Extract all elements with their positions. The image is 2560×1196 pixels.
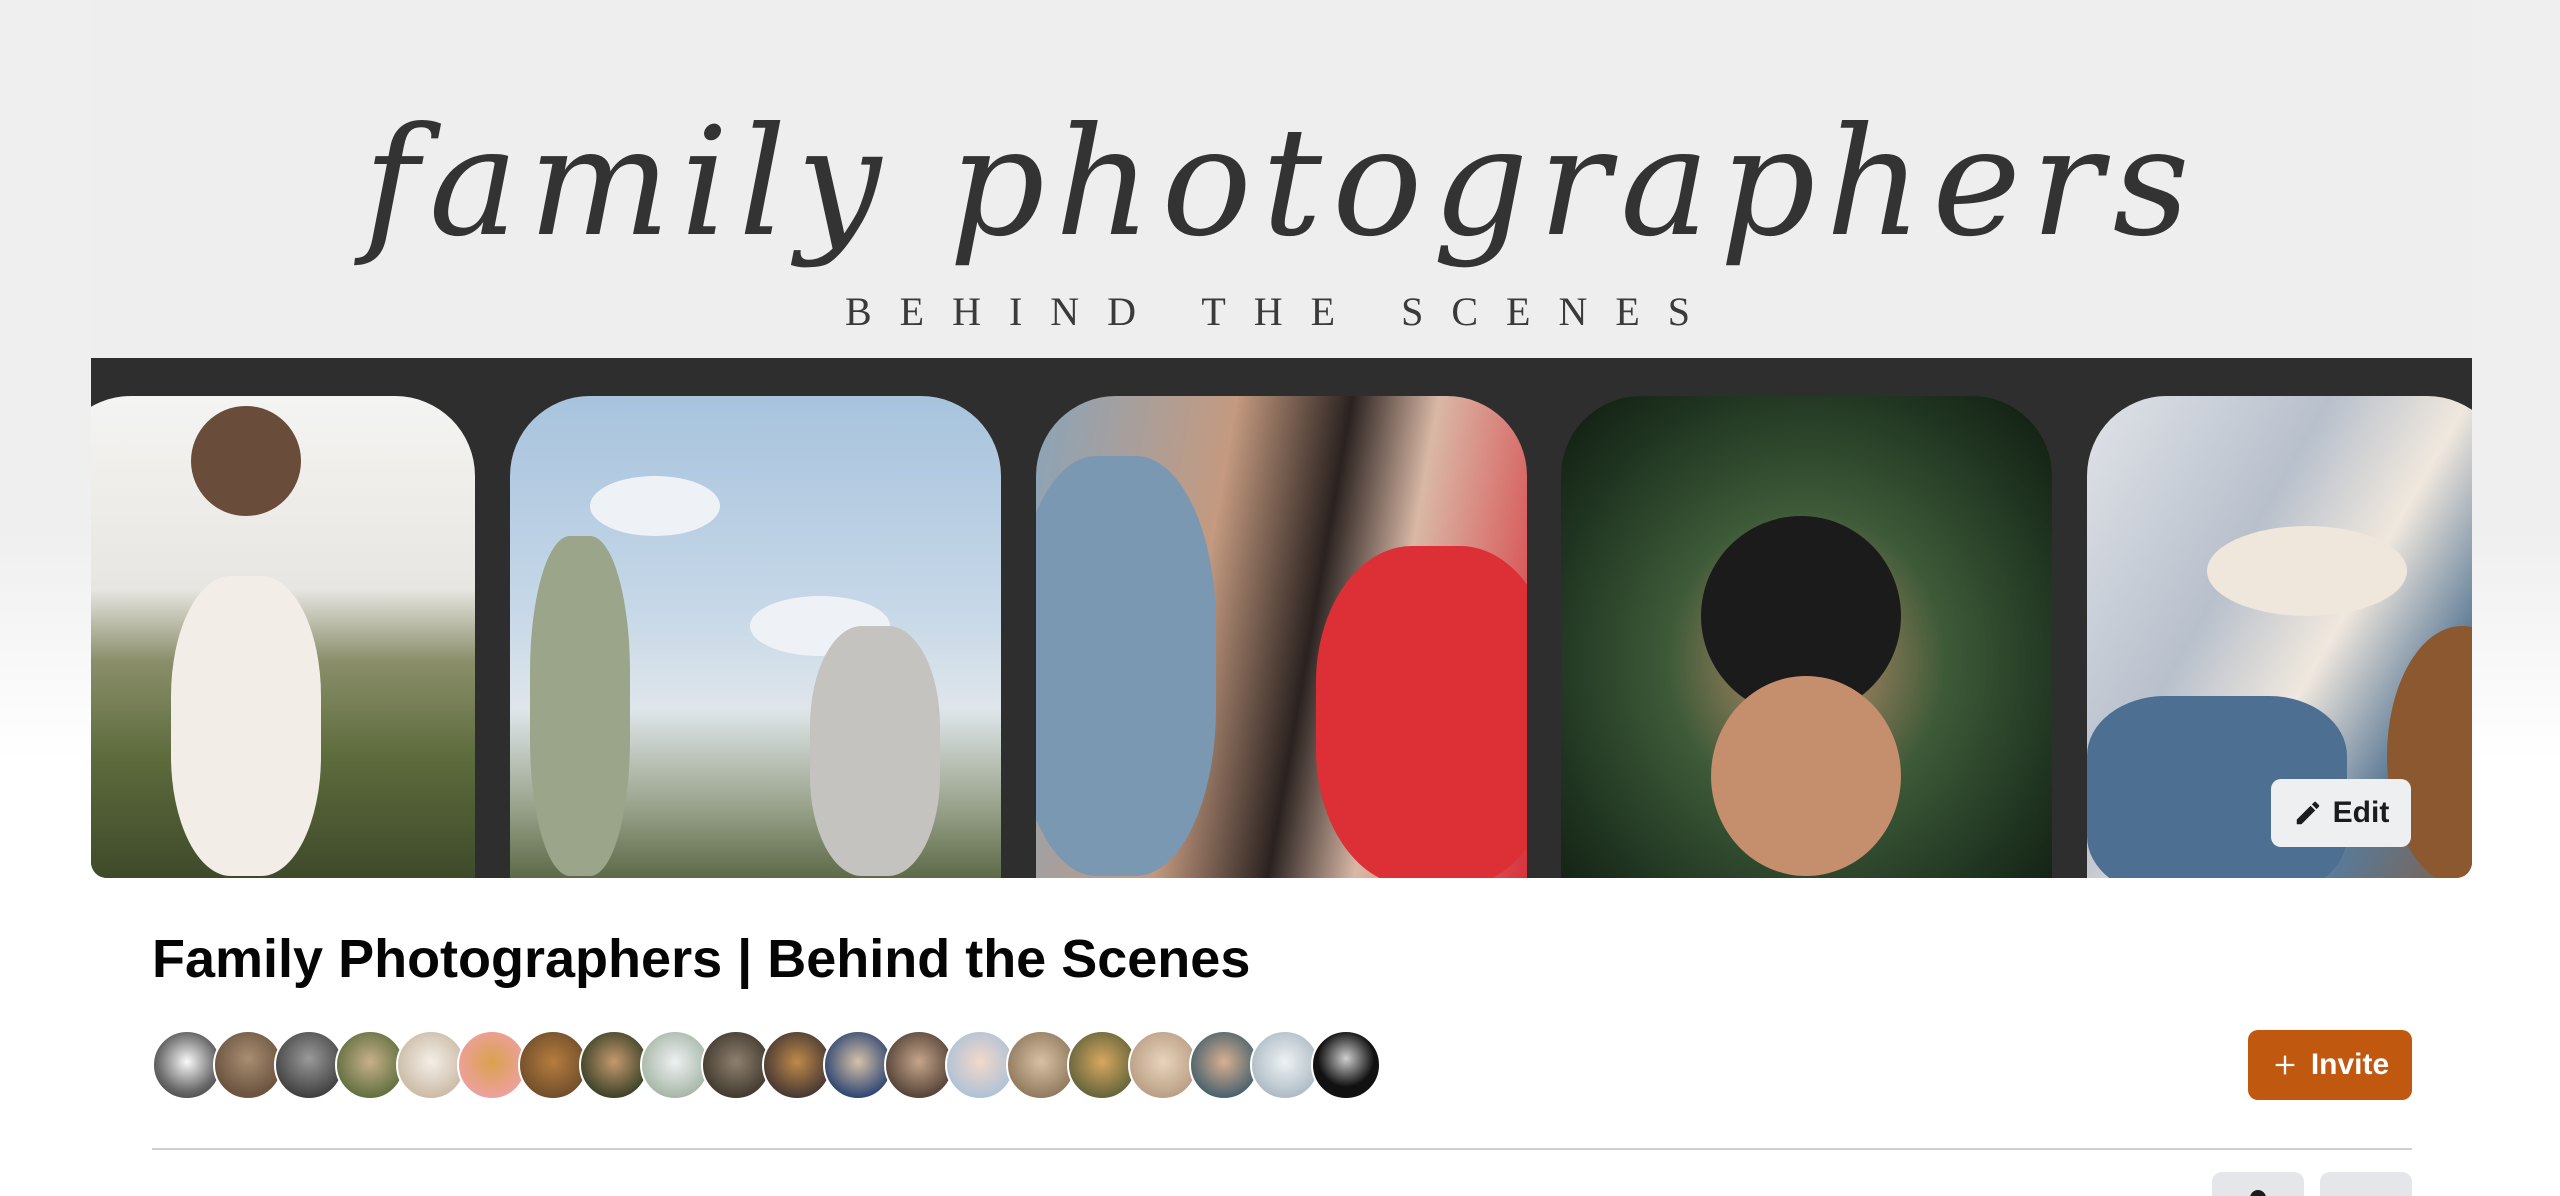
avatar[interactable]	[396, 1030, 466, 1100]
avatar[interactable]	[701, 1030, 771, 1100]
avatar[interactable]	[1067, 1030, 1137, 1100]
cover-subtitle: BEHIND THE SCENES	[844, 289, 1719, 334]
avatar[interactable]	[579, 1030, 649, 1100]
edit-cover-button[interactable]: Edit	[2271, 779, 2411, 847]
avatar[interactable]	[457, 1030, 527, 1100]
avatar[interactable]	[1250, 1030, 1320, 1100]
avatar[interactable]	[823, 1030, 893, 1100]
invite-button[interactable]: Invite	[2248, 1030, 2412, 1100]
avatar[interactable]	[152, 1030, 222, 1100]
edit-label: Edit	[2332, 796, 2390, 829]
cover-banner: family photographers BEHIND THE SCENES	[91, 0, 2472, 358]
avatar[interactable]	[335, 1030, 405, 1100]
search-button[interactable]	[2212, 1172, 2304, 1196]
avatar[interactable]	[213, 1030, 283, 1100]
page-title: Family Photographers | Behind the Scenes	[152, 929, 1251, 989]
avatar[interactable]	[640, 1030, 710, 1100]
more-options-button[interactable]	[2320, 1172, 2412, 1196]
avatar[interactable]	[884, 1030, 954, 1100]
cover-photo[interactable]: family photographers BEHIND THE SCENES	[91, 0, 2472, 878]
invite-label: Invite	[2310, 1048, 2390, 1081]
avatar[interactable]	[945, 1030, 1015, 1100]
search-icon	[2250, 1190, 2266, 1196]
father-son-photo	[91, 396, 475, 878]
avatar[interactable]	[762, 1030, 832, 1100]
avatar[interactable]	[1189, 1030, 1259, 1100]
avatar[interactable]	[1311, 1030, 1381, 1100]
pencil-icon	[2296, 801, 2319, 825]
avatar[interactable]	[1006, 1030, 1076, 1100]
avatar[interactable]	[274, 1030, 344, 1100]
couple-kiss-photo	[1036, 396, 1527, 878]
divider	[152, 1148, 2412, 1150]
member-avatars[interactable]	[152, 1030, 1381, 1100]
mother-children-sky-photo	[510, 396, 1001, 878]
avatar[interactable]	[518, 1030, 588, 1100]
avatar[interactable]	[1128, 1030, 1198, 1100]
maternity-photo	[1561, 396, 2052, 878]
cover-script-title: family photographers	[363, 96, 2200, 270]
plus-icon	[2275, 1055, 2295, 1075]
photo-strip	[91, 358, 2472, 878]
